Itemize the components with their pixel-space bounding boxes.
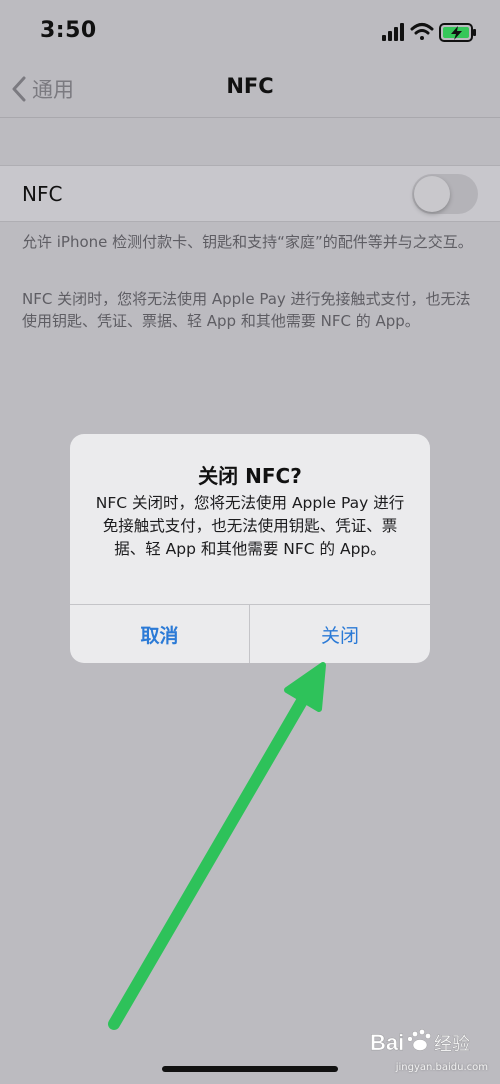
- status-time: 3:50: [40, 18, 97, 43]
- arrow-shaft: [108, 695, 308, 1030]
- nav-divider: [0, 117, 500, 118]
- cellular-signal-icon: [382, 23, 404, 41]
- footnote-description: 允许 iPhone 检测付款卡、钥匙和支持“家庭”的配件等并与之交互。: [22, 233, 473, 251]
- nfc-setting-label: NFC: [22, 182, 63, 206]
- nfc-toggle[interactable]: [412, 174, 478, 214]
- toggle-knob: [414, 176, 450, 212]
- baidu-jingyan-logo: Bai 经验: [370, 1029, 470, 1055]
- nfc-setting-row: NFC: [0, 165, 500, 222]
- alert-dialog: 关闭 NFC? NFC 关闭时，您将无法使用 Apple Pay 进行免接触式支…: [70, 434, 430, 663]
- battery-charging-icon: [439, 23, 476, 42]
- status-bar: 3:50: [0, 0, 500, 62]
- svg-text:Bai: Bai: [370, 1030, 404, 1055]
- page-title: NFC: [226, 74, 274, 98]
- navigation-bar: 通用 NFC: [0, 62, 500, 116]
- turn-off-button[interactable]: 关闭: [250, 605, 430, 663]
- footnote-warning: NFC 关闭时，您将无法使用 Apple Pay 进行免接触式支付，也无法使用钥…: [22, 290, 471, 330]
- alert-title: 关闭 NFC?: [198, 464, 302, 488]
- watermark: Bai 经验 jingyan.baidu.com: [368, 1022, 492, 1080]
- status-icons: [382, 23, 476, 42]
- svg-text:经验: 经验: [434, 1034, 470, 1055]
- alert-message: NFC 关闭时，您将无法使用 Apple Pay 进行免接触式支付，也无法使用钥…: [95, 494, 405, 558]
- watermark-url: jingyan.baidu.com: [395, 1062, 488, 1073]
- wifi-icon: [410, 23, 434, 40]
- cancel-button[interactable]: 取消: [70, 605, 249, 663]
- home-indicator[interactable]: [162, 1066, 338, 1072]
- arrow-head-icon: [284, 662, 326, 712]
